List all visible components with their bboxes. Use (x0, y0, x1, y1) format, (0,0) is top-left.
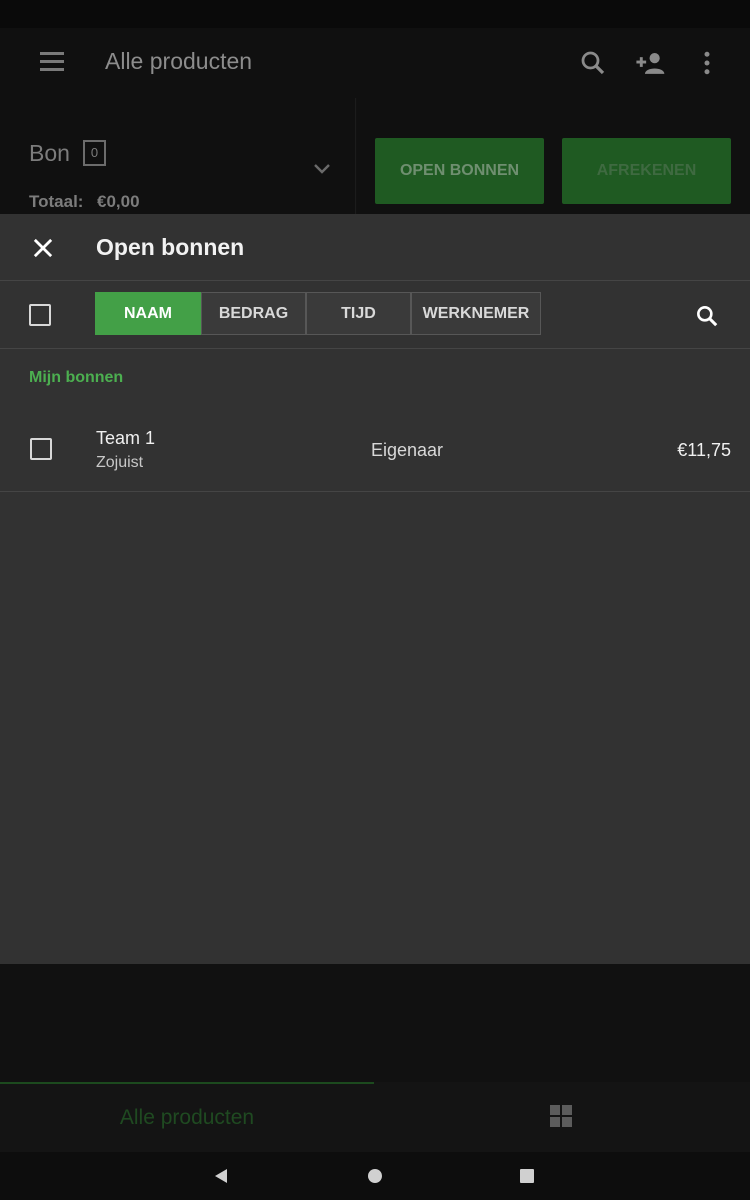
checkout-button[interactable]: AFREKENEN (562, 138, 731, 204)
bottom-tabs: Alle producten (0, 1082, 750, 1152)
app-title: Alle producten (105, 48, 253, 74)
ticket-time: Zojuist (96, 454, 144, 471)
grid-icon (550, 1105, 572, 1127)
menu-icon[interactable] (40, 52, 64, 74)
close-icon[interactable] (29, 234, 57, 262)
ticket-checkbox[interactable] (30, 438, 52, 460)
open-tickets-dialog: Open bonnen NAAM BEDRAG TIJD WERKNEMER M… (0, 214, 750, 964)
ticket-amount: €11,75 (677, 440, 731, 460)
sort-tab-employee[interactable]: WERKNEMER (411, 292, 541, 335)
tab-all-products-label: Alle producten (119, 1106, 255, 1129)
add-customer-icon[interactable] (634, 48, 668, 78)
home-icon[interactable] (365, 1166, 385, 1186)
app-bar: Alle producten (0, 28, 750, 98)
sort-tab-time[interactable]: TIJD (306, 292, 411, 335)
action-bar: OPEN BONNEN AFREKENEN (357, 98, 750, 214)
search-icon[interactable] (694, 303, 720, 329)
recents-icon[interactable] (517, 1166, 537, 1186)
search-icon[interactable] (578, 48, 608, 78)
sort-tab-amount[interactable]: BEDRAG (201, 292, 306, 335)
ticket-employee: Eigenaar (371, 440, 444, 460)
open-tickets-button[interactable]: OPEN BONNEN (375, 138, 544, 204)
sort-tab-name[interactable]: NAAM (95, 292, 201, 335)
sort-filter-row: NAAM BEDRAG TIJD WERKNEMER (0, 281, 750, 349)
more-vert-icon[interactable] (692, 48, 722, 78)
dialog-title: Open bonnen (96, 234, 245, 260)
ticket-row[interactable]: Team 1 Zojuist Eigenaar €11,75 (0, 410, 750, 492)
ticket-title: Bon (29, 140, 70, 166)
dialog-header: Open bonnen (0, 214, 750, 281)
total-value: €0,00 (97, 192, 140, 211)
section-label-my-tickets: Mijn bonnen (29, 369, 124, 386)
tab-all-products[interactable]: Alle producten (0, 1082, 374, 1152)
ticket-count-badge: 0 (83, 140, 106, 166)
tab-grid-view[interactable] (374, 1082, 750, 1152)
back-icon[interactable] (211, 1166, 231, 1186)
total-label: Totaal: (29, 192, 84, 211)
status-bar (0, 0, 750, 28)
ticket-name: Team 1 (96, 428, 156, 448)
system-nav-bar (0, 1152, 750, 1200)
select-all-checkbox[interactable] (29, 304, 51, 326)
background-area (0, 964, 750, 1082)
ticket-panel: Bon 0 Totaal: €0,00 (0, 98, 356, 214)
chevron-down-icon[interactable] (312, 162, 332, 176)
